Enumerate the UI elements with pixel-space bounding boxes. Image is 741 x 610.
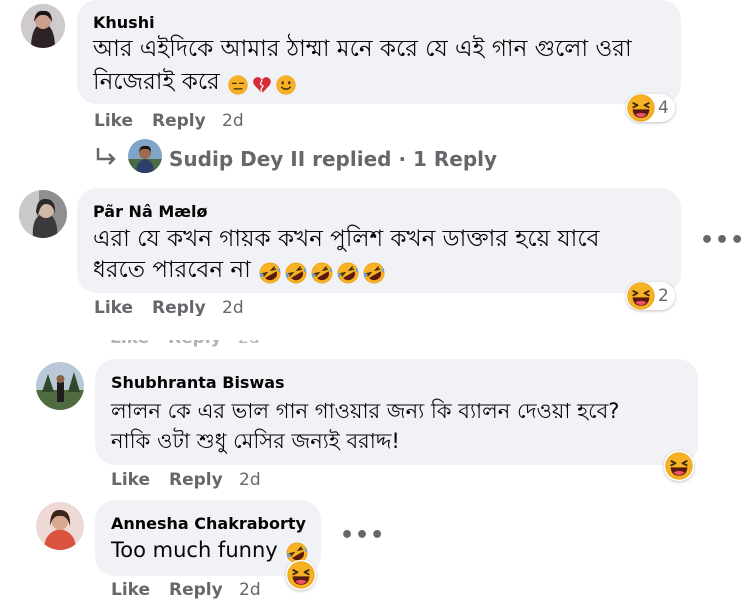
- reaction-summary[interactable]: [286, 560, 316, 590]
- avatar[interactable]: [21, 4, 65, 48]
- reply-author: Sudip Dey II: [169, 147, 306, 171]
- reply-button[interactable]: Reply: [152, 298, 206, 316]
- smile-emoji-icon: [275, 74, 297, 96]
- timestamp[interactable]: 2d: [239, 470, 261, 490]
- comment-text-line-wrap: ধরতে পারবেন না: [93, 255, 386, 285]
- reaction-count: 2: [658, 286, 669, 306]
- reply-verb: replied: [312, 147, 392, 171]
- like-button[interactable]: Like: [94, 111, 133, 131]
- reply-arrow-icon: [95, 146, 119, 172]
- timestamp[interactable]: 2d: [222, 298, 244, 316]
- comment-text-line: ধরতে পারবেন না: [93, 257, 251, 283]
- comment-author[interactable]: Annesha Chakraborty: [111, 514, 306, 533]
- timestamp[interactable]: 2d: [222, 111, 244, 131]
- comment-text-line: আর এইদিকে আমার ঠাম্মা মনে করে যে এই গান …: [93, 36, 632, 62]
- rofl-emoji-icon: [336, 261, 360, 285]
- like-button[interactable]: Like: [94, 298, 133, 316]
- reply-button[interactable]: Reply: [169, 470, 223, 490]
- comment-author[interactable]: Shubhranta Biswas: [111, 373, 285, 392]
- comment-author[interactable]: Pãr Nâ Mælø: [93, 202, 207, 221]
- comment-actions: Like Reply 2d: [90, 296, 290, 316]
- rofl-emoji-icon: [310, 261, 334, 285]
- more-options-icon[interactable]: •••: [700, 228, 741, 253]
- rofl-emoji-icon: [258, 261, 282, 285]
- rofl-emoji-icon: [362, 261, 386, 285]
- rofl-emoji-icon: [284, 261, 308, 285]
- avatar[interactable]: [36, 362, 84, 410]
- comment-text-line: Too much funny: [111, 538, 278, 562]
- comment-text-line-wrap: Too much funny: [111, 535, 309, 565]
- reaction-summary[interactable]: [664, 451, 694, 481]
- like-button[interactable]: Like: [111, 580, 150, 600]
- reply-count: 1 Reply: [413, 147, 498, 171]
- haha-icon: [287, 561, 315, 589]
- reaction-summary[interactable]: 4: [626, 94, 675, 122]
- avatar[interactable]: [19, 190, 67, 238]
- more-options-icon[interactable]: •••: [340, 523, 385, 548]
- haha-icon: [627, 94, 655, 122]
- clipped-actions: Like Reply 2d: [100, 340, 280, 348]
- separator: ·: [398, 147, 407, 171]
- reply-button[interactable]: Reply: [152, 111, 206, 131]
- comment-text-line: লালন কে এর ভাল গান গাওয়ার জন্য কি ব্যাল…: [111, 399, 620, 423]
- timestamp[interactable]: 2d: [239, 580, 261, 600]
- broken-heart-emoji-icon: [251, 74, 273, 96]
- reaction-summary[interactable]: 2: [626, 282, 675, 310]
- expressionless-emoji-icon: [227, 74, 249, 96]
- comment-text-line: এরা যে কখন গায়ক কখন পুলিশ কখন ডাক্তার হ…: [93, 226, 600, 252]
- view-replies-link[interactable]: Sudip Dey II replied · 1 Reply: [169, 147, 497, 171]
- like-button[interactable]: Like: [111, 470, 150, 490]
- comment-text-line: নাকি ওটা শুধু মেসির জন্যই বরাদ্দ!: [111, 429, 400, 453]
- avatar[interactable]: [128, 139, 162, 173]
- reply-button[interactable]: Reply: [169, 580, 223, 600]
- reaction-count: 4: [658, 98, 669, 118]
- comment-text-line: নিজেরাই করে: [93, 69, 220, 95]
- haha-icon: [665, 452, 693, 480]
- comment-text-line-wrap: নিজেরাই করে: [93, 67, 297, 97]
- comment-author[interactable]: Khushi: [93, 13, 155, 32]
- avatar[interactable]: [36, 502, 84, 550]
- haha-icon: [627, 282, 655, 310]
